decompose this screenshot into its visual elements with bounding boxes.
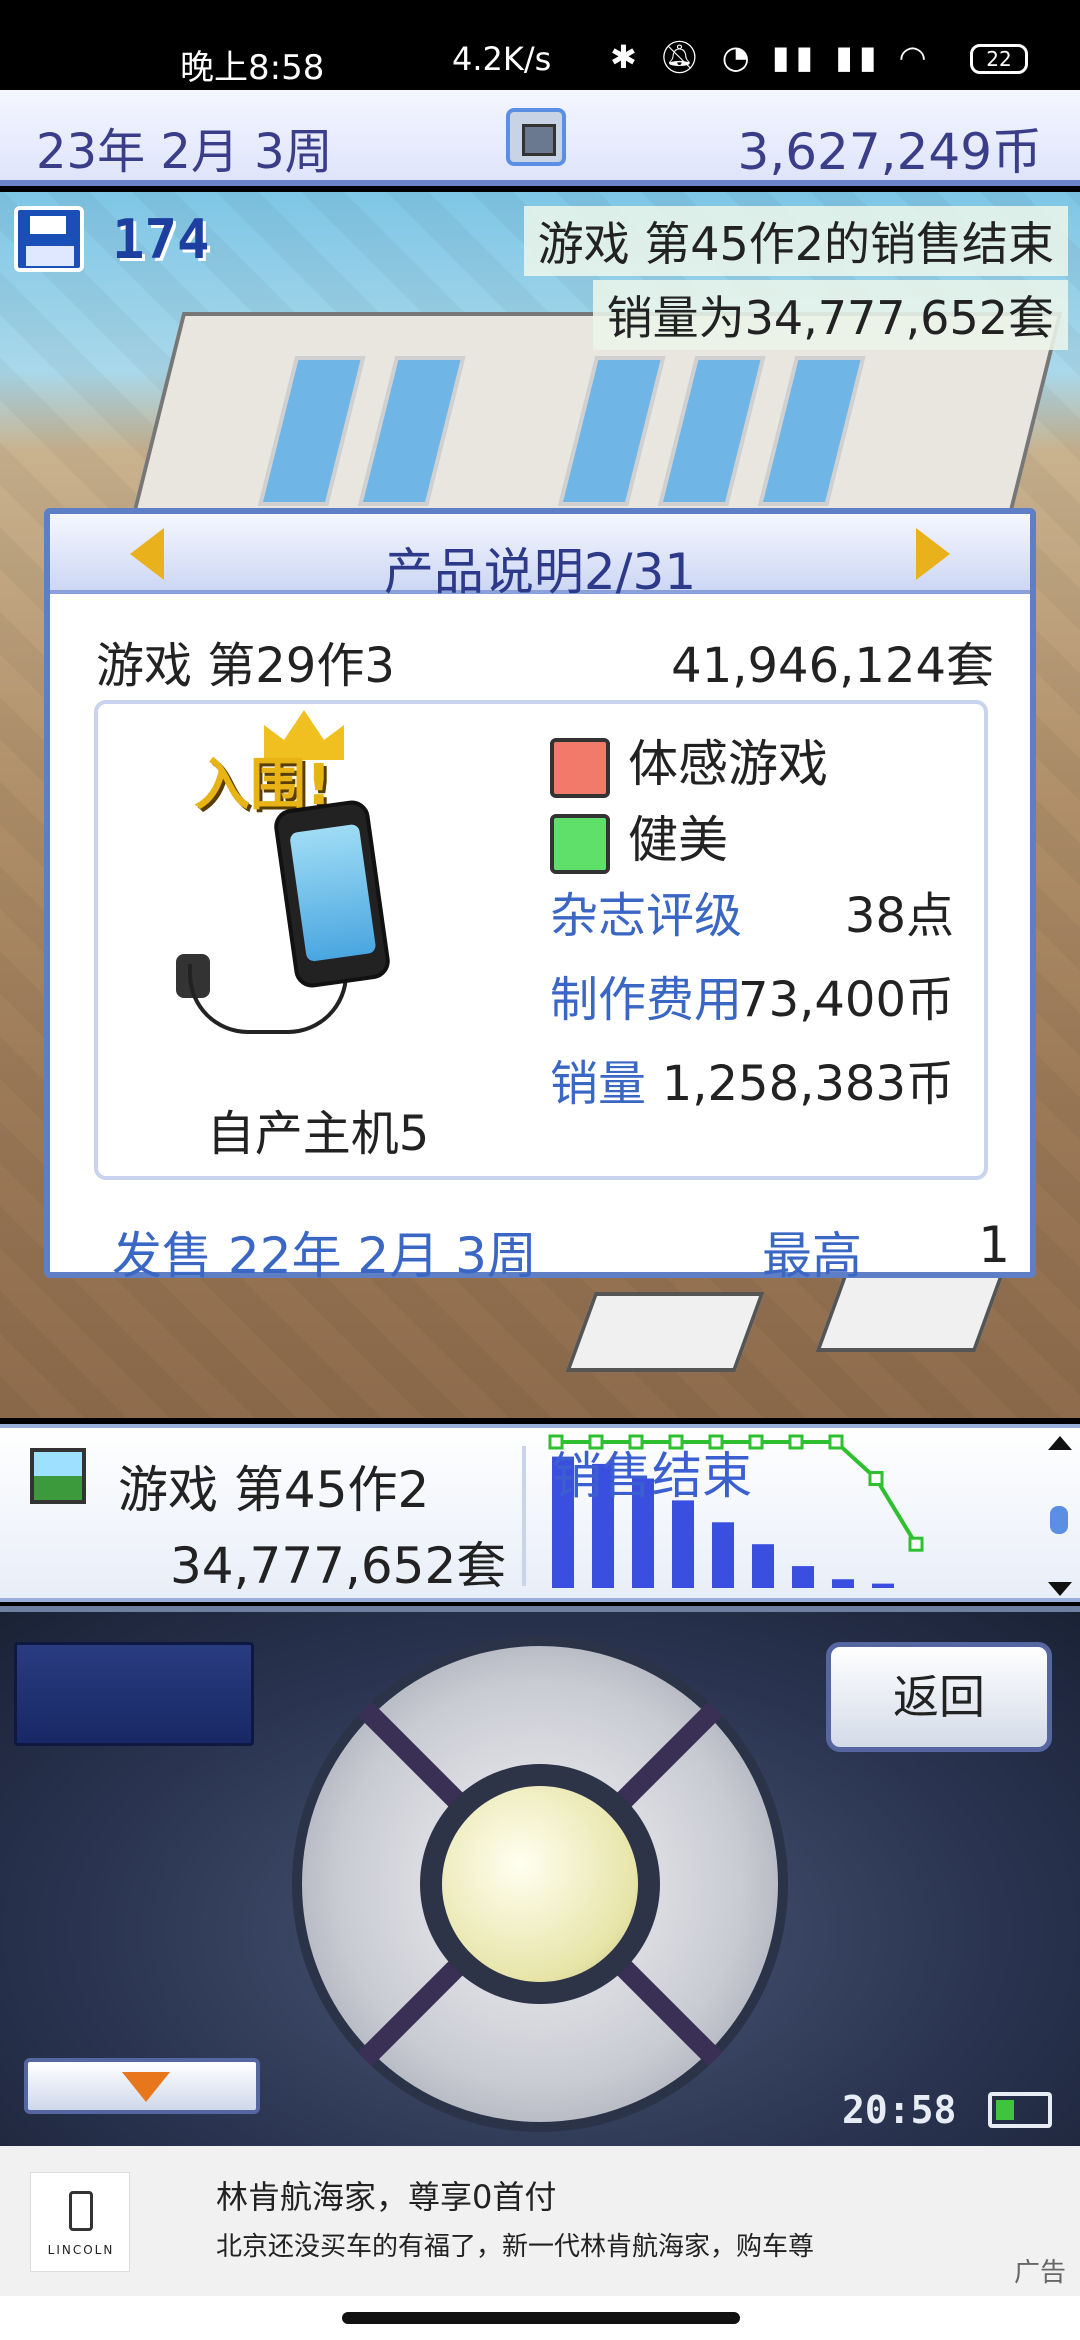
home-indicator[interactable] (342, 2312, 740, 2324)
console-image-icon (271, 798, 393, 990)
production-cost-label: 制作费用 (550, 972, 743, 1028)
signal-icon: ▮▮ (771, 38, 820, 76)
sales-bar (832, 1579, 854, 1588)
dialog-header: 产品说明2/31 (50, 514, 1030, 601)
production-cost-value: 73,400币 (738, 972, 954, 1028)
dialog-title: 产品说明2/31 (383, 543, 697, 601)
signal-icon: ▮▮ (835, 38, 883, 76)
sales-label: 销量 (550, 1056, 647, 1112)
research-points: 174 (112, 208, 210, 271)
magazine-rating-label: 杂志评级 (550, 888, 743, 944)
battery-indicator: 22 (970, 44, 1028, 74)
genre-label: 体感游戏 (628, 735, 828, 793)
window (758, 356, 866, 506)
best-rank-value: 1 (978, 1216, 1010, 1274)
ad-brand: LINCOLN (47, 2243, 115, 2257)
rank-point (908, 1536, 924, 1552)
battery-icon (988, 2092, 1052, 2128)
ad-tag: 广告 (1013, 2258, 1066, 2288)
current-game-sales: 34,777,652套 (170, 1537, 507, 1595)
dpad-center-button[interactable] (442, 1786, 638, 1982)
scrollbar[interactable] (1046, 1436, 1074, 1596)
rank-point (868, 1471, 884, 1486)
empty-slot-button[interactable] (14, 1642, 254, 1746)
sales-value: 1,258,383币 (661, 1056, 954, 1112)
genre-row: 体感游戏 (550, 724, 828, 798)
current-game-bar[interactable]: 游戏 第45作2 34,777,652套 销售结束 (0, 1424, 1080, 1602)
gesture-bar (0, 2296, 1080, 2340)
magazine-rating-value: 38点 (844, 888, 954, 944)
release-date: 发售 22年 2月 3周 (112, 1227, 537, 1285)
scroll-thumb[interactable] (1050, 1506, 1068, 1534)
back-button[interactable]: 返回 (826, 1642, 1052, 1752)
network-speed: 4.2K/s (452, 40, 552, 78)
virtual-controller: 返回 20:58 (0, 1606, 1080, 2146)
game-date: 23年 2月 3周 (36, 124, 333, 180)
window (258, 356, 366, 506)
funds-display: 3,627,249币 (737, 123, 1042, 181)
product-total-sales: 41,946,124套 (671, 638, 994, 694)
rank-point (828, 1434, 844, 1450)
lincoln-logo: LINCOLN (30, 2172, 130, 2272)
bluetooth-icon: ✱ (610, 38, 643, 76)
sales-bar (792, 1566, 814, 1588)
office-desk (565, 1292, 765, 1372)
menu-down-button[interactable] (24, 2058, 260, 2114)
camera-icon[interactable] (506, 108, 566, 166)
game-top-bar: 23年 2月 3周 3,627,249币 (0, 90, 1080, 186)
ad-title: 林肯航海家，尊享0首付 (216, 2178, 557, 2216)
game-thumbnail-icon (30, 1448, 86, 1504)
next-arrow-icon[interactable] (916, 528, 950, 580)
ad-subtitle: 北京还没买车的有福了，新一代林肯航海家，购车尊 (216, 2232, 815, 2262)
product-detail-panel: 入围! 自产主机5 体感游戏 健美 杂志评级 38点 制作费用 73,400币 … (94, 700, 988, 1180)
window (658, 356, 766, 506)
rank-point (788, 1434, 804, 1450)
window (358, 356, 466, 506)
chart-status: 销售结束 (552, 1447, 752, 1505)
sales-chart: 销售结束 (546, 1428, 1046, 1602)
window (558, 356, 666, 506)
system-time: 晚上8:58 (180, 48, 325, 88)
divider (522, 1446, 526, 1586)
wifi-icon: ◠ (898, 38, 933, 76)
sales-bar (712, 1522, 734, 1588)
console-name: 自产主机5 (206, 1106, 430, 1162)
dpad[interactable] (292, 1636, 788, 2132)
theme-gem-icon (550, 813, 610, 874)
scroll-up-icon[interactable] (1048, 1436, 1072, 1450)
product-name: 游戏 第29作3 (96, 638, 395, 694)
system-status-bar: 晚上8:58 4.2K/s ✱ 🔕︎ ◔ ▮▮ ▮▮ ◠ 22 (0, 0, 1080, 90)
best-rank-label: 最高 (762, 1227, 862, 1285)
sales-bar (872, 1583, 894, 1588)
product-info-dialog: 产品说明2/31 游戏 第29作3 41,946,124套 入围! 自产主机5 … (44, 508, 1036, 1285)
alarm-icon: ◔ (721, 38, 756, 76)
sales-notice-line1: 游戏 第45作2的销售结束 (523, 206, 1068, 276)
game-clock: 20:58 (842, 2088, 957, 2132)
current-game-name: 游戏 第45作2 (118, 1461, 430, 1519)
save-icon[interactable] (14, 206, 84, 272)
status-icons: ✱ 🔕︎ ◔ ▮▮ ▮▮ ◠ (610, 38, 933, 76)
theme-row: 健美 (550, 800, 728, 874)
sales-notice-line2: 销量为34,777,652套 (592, 280, 1068, 350)
theme-label: 健美 (628, 811, 728, 869)
sales-bar (752, 1544, 774, 1588)
sales-bar (672, 1500, 694, 1588)
ad-banner[interactable]: LINCOLN 林肯航海家，尊享0首付 北京还没买车的有福了，新一代林肯航海家，… (0, 2146, 1080, 2296)
scroll-down-icon[interactable] (1048, 1582, 1072, 1596)
down-arrow-icon (122, 2072, 170, 2102)
genre-face-icon (550, 737, 610, 798)
mute-icon: 🔕︎ (658, 38, 706, 76)
